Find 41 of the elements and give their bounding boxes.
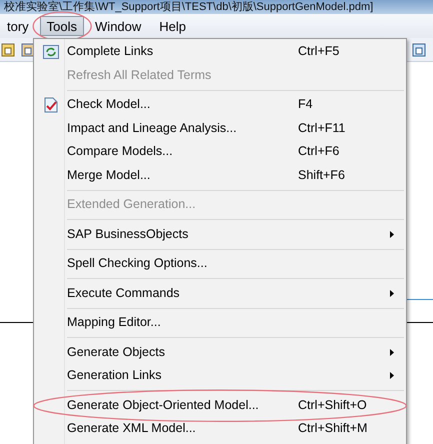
menu-option[interactable]: Generation Links: [34, 364, 406, 388]
menu-item[interactable]: Help: [152, 16, 194, 36]
refresh-links-icon: [42, 44, 58, 59]
menu-option-label: Compare Models...: [67, 143, 173, 160]
menu-option[interactable]: Mapping Editor...: [34, 311, 406, 334]
menu-option[interactable]: Execute Commands: [34, 282, 406, 305]
menu-option-label: SAP BusinessObjects: [67, 226, 188, 243]
menu-option-label: Merge Model...: [67, 166, 150, 184]
window-title: 校准实验室\工作集\WT_Support项目\TEST\db\初版\SupportGenModel.pdm]: [3, 1, 374, 14]
checked-document-icon: [42, 96, 58, 113]
menu-option[interactable]: Check Model... F4: [34, 93, 406, 116]
menu-option[interactable]: Generate XML Model... Ctrl+Shift+M: [34, 417, 406, 440]
menu-option[interactable]: Generate Objects: [34, 340, 406, 364]
menu-option[interactable]: SAP BusinessObjects: [34, 222, 406, 246]
menu-option-label: Mapping Editor...: [67, 314, 161, 332]
menu-option-label: Check Model...: [67, 96, 150, 114]
menu-option[interactable]: Impact and Lineage Analysis... Ctrl+F11: [34, 116, 406, 140]
menu-option-label: Extended Generation...: [67, 196, 196, 214]
menu-option-label: Complete Links: [67, 43, 154, 60]
shortcut-label: Ctrl+F11: [298, 120, 346, 137]
menu-option[interactable]: Spell Checking Options...: [34, 252, 406, 276]
menu-option-label: Spell Checking Options...: [67, 255, 208, 272]
shortcut-label: Ctrl+Shift+O: [298, 396, 368, 414]
shortcut-label: Ctrl+F6: [298, 143, 340, 160]
menu-option-label: Generate Objects: [67, 344, 165, 361]
shortcut-label: F4: [298, 96, 314, 114]
menu-item[interactable]: tory: [0, 16, 36, 36]
menu-option-label: Generate Object-Oriented Model...: [67, 396, 259, 414]
menu-option-label: Generate XML Model...: [67, 420, 196, 438]
menu-option[interactable]: Compare Models... Ctrl+F6: [34, 140, 406, 164]
menu-option-label: Impact and Lineage Analysis...: [67, 120, 237, 137]
menu-option[interactable]: Complete Links Ctrl+F5: [34, 40, 406, 64]
menu-item[interactable]: Tools: [40, 16, 84, 36]
shortcut-label: Ctrl+F5: [298, 43, 340, 60]
menu-item[interactable]: Window: [88, 16, 148, 36]
shortcut-label: Shift+F6: [298, 166, 346, 184]
menu-option-label: Execute Commands: [67, 284, 180, 302]
menu-option-label: Generation Links: [67, 367, 162, 384]
menu-option-label: Refresh All Related Terms: [67, 66, 212, 84]
shortcut-label: Ctrl+Shift+M: [298, 420, 368, 438]
menu-option[interactable]: Merge Model... Shift+F6: [34, 164, 406, 187]
